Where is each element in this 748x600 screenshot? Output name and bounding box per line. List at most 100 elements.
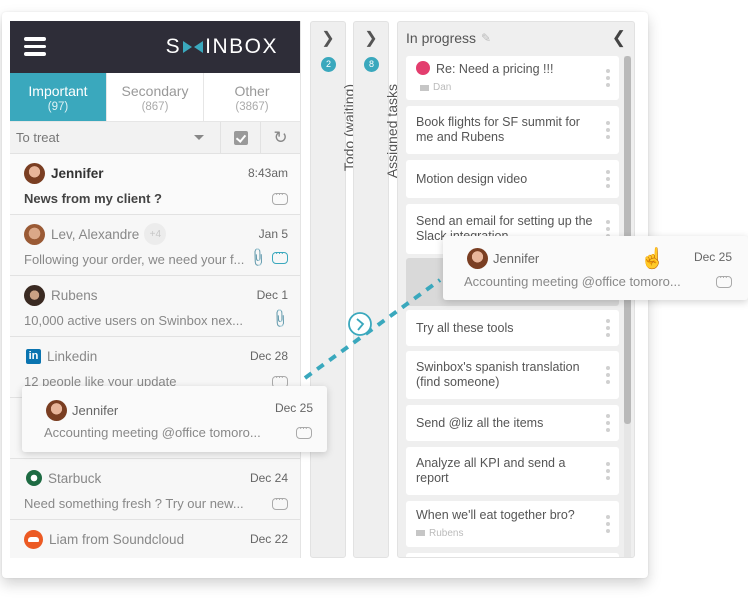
task-card[interactable]: Try all these tools — [406, 310, 619, 346]
inbox-column: S INBOX Important (97) Secondary (867) O… — [10, 21, 301, 558]
starbucks-icon — [26, 470, 42, 486]
comment-icon — [296, 423, 312, 439]
inbox-tabs: Important (97) Secondary (867) Other (38… — [10, 73, 300, 122]
card-sender: Jennifer — [493, 251, 540, 266]
mail-preview: 10,000 active users on Swinbox nex... — [24, 313, 243, 328]
task-title: Try all these tools — [416, 320, 514, 335]
refresh-icon: ↻ — [273, 128, 288, 147]
more-options-icon[interactable] — [606, 515, 610, 536]
column-todo-waiting[interactable]: ❯ 2 Todo (waiting) — [310, 21, 357, 558]
linkedin-icon: in — [26, 348, 41, 364]
mail-item[interactable]: Starbuck Dec 24 Need something fresh ? T… — [10, 459, 300, 520]
more-options-icon[interactable] — [606, 69, 610, 90]
expand-chevron-icon[interactable]: ❯ — [354, 28, 388, 48]
priority-dot-icon — [416, 61, 430, 75]
column-assigned-tasks[interactable]: ❯ 8 Assigned tasks — [353, 21, 400, 558]
more-options-icon[interactable] — [606, 319, 610, 340]
mail-date: Dec 1 — [256, 288, 288, 302]
task-card[interactable]: Re: Need a pricing !!! Dan — [406, 56, 619, 100]
tab-count: (97) — [47, 101, 69, 113]
mail-sender: Liam from Soundcloud — [49, 531, 185, 547]
mail-preview: Following your order, we need your f... — [24, 252, 245, 267]
more-options-icon[interactable] — [606, 366, 610, 387]
count-badge: 8 — [364, 57, 379, 72]
collapse-chevron-icon[interactable]: ❮ — [612, 28, 626, 48]
more-options-icon[interactable] — [606, 414, 610, 435]
attachment-icon: 📎 — [247, 246, 270, 269]
avatar — [46, 400, 67, 421]
tab-count: (3867) — [235, 101, 269, 113]
bowtie-icon — [183, 41, 204, 53]
checkbox-icon — [233, 130, 248, 145]
task-card[interactable] — [406, 553, 619, 557]
app-logo: S INBOX — [166, 35, 278, 59]
comment-icon — [716, 272, 732, 288]
mail-date: Dec 22 — [249, 532, 288, 546]
comment-icon[interactable] — [272, 248, 288, 264]
card-preview: Accounting meeting @office tomoro... — [464, 274, 681, 289]
mail-icon — [420, 84, 429, 91]
filter-bar: To treat ↻ — [10, 122, 300, 154]
drag-card-moving[interactable]: Jennifer Dec 25 Accounting meeting @offi… — [443, 236, 748, 300]
task-title: Send @liz all the items — [416, 415, 544, 430]
filter-value: To treat — [16, 130, 60, 145]
mail-sender: Jennifer — [51, 165, 104, 181]
card-preview: Accounting meeting @office tomoro... — [44, 425, 261, 440]
mail-icon — [416, 530, 425, 536]
more-options-icon[interactable] — [606, 121, 610, 142]
menu-icon[interactable] — [24, 37, 46, 56]
caret-down-icon — [194, 135, 204, 140]
filter-dropdown[interactable]: To treat — [10, 122, 220, 153]
mail-sender: Lev, Alexandre — [51, 226, 140, 242]
comment-icon[interactable] — [272, 494, 288, 510]
more-options-icon[interactable] — [606, 170, 610, 191]
task-card[interactable]: Send @liz all the items — [406, 405, 619, 441]
hand-cursor-icon: ☝ — [640, 248, 665, 270]
more-options-icon[interactable] — [606, 462, 610, 483]
card-date: Dec 25 — [693, 250, 732, 264]
avatar — [24, 162, 45, 184]
task-card[interactable]: Motion design video — [406, 160, 619, 198]
mail-item[interactable]: Jennifer 8:43am News from my client ? — [10, 154, 300, 215]
tab-important[interactable]: Important (97) — [10, 73, 107, 121]
task-title: Swinbox's spanish translation (find some… — [416, 360, 580, 389]
task-meta: Rubens — [429, 527, 464, 539]
participants-badge: +4 — [144, 223, 167, 245]
mail-item[interactable]: Lev, Alexandre +4 Jan 5 Following your o… — [10, 215, 300, 276]
stage: S INBOX Important (97) Secondary (867) O… — [0, 0, 748, 600]
task-card[interactable]: Swinbox's spanish translation (find some… — [406, 351, 619, 399]
mail-date: 8:43am — [247, 166, 288, 180]
task-card[interactable]: Book flights for SF summit for me and Ru… — [406, 106, 619, 154]
task-title: Motion design video — [416, 171, 528, 186]
mail-sender: Starbuck — [48, 470, 102, 486]
select-all-button[interactable] — [220, 122, 260, 153]
logo-text-left: S — [165, 35, 182, 58]
avatar — [467, 248, 488, 269]
avatar — [24, 223, 45, 245]
pencil-icon[interactable]: ✎ — [481, 31, 491, 45]
tab-other[interactable]: Other (3867) — [204, 73, 300, 121]
expand-chevron-icon[interactable]: ❯ — [311, 28, 345, 48]
tab-label: Important — [28, 83, 88, 99]
refresh-button[interactable]: ↻ — [260, 122, 300, 153]
mail-sender: Linkedin — [47, 348, 98, 364]
task-card[interactable]: When we'll eat together bro? Rubens — [406, 501, 619, 547]
avatar — [24, 284, 45, 306]
task-title: Book flights for SF summit for me and Ru… — [416, 115, 580, 144]
task-meta: Dan — [433, 82, 452, 93]
column-title: In progress — [406, 30, 477, 46]
task-title: Re: Need a pricing !!! — [436, 62, 554, 76]
mail-item[interactable]: Rubens Dec 1 10,000 active users on Swin… — [10, 276, 300, 337]
tab-count: (867) — [141, 101, 169, 113]
task-card[interactable]: Analyze all KPI and send a report — [406, 447, 619, 495]
comment-icon[interactable] — [272, 189, 288, 205]
mail-item[interactable]: Liam from Soundcloud Dec 22 — [10, 520, 300, 558]
mail-sender: Rubens — [51, 287, 98, 303]
count-badge: 2 — [321, 57, 336, 72]
drag-card-origin[interactable]: Jennifer Dec 25 Accounting meeting @offi… — [22, 386, 327, 452]
task-title: When we'll eat together bro? — [416, 507, 575, 522]
mail-date: Dec 24 — [249, 471, 288, 485]
mail-preview: News from my client ? — [24, 191, 162, 206]
mail-preview: Need something fresh ? Try our new... — [24, 496, 244, 511]
tab-secondary[interactable]: Secondary (867) — [107, 73, 204, 121]
